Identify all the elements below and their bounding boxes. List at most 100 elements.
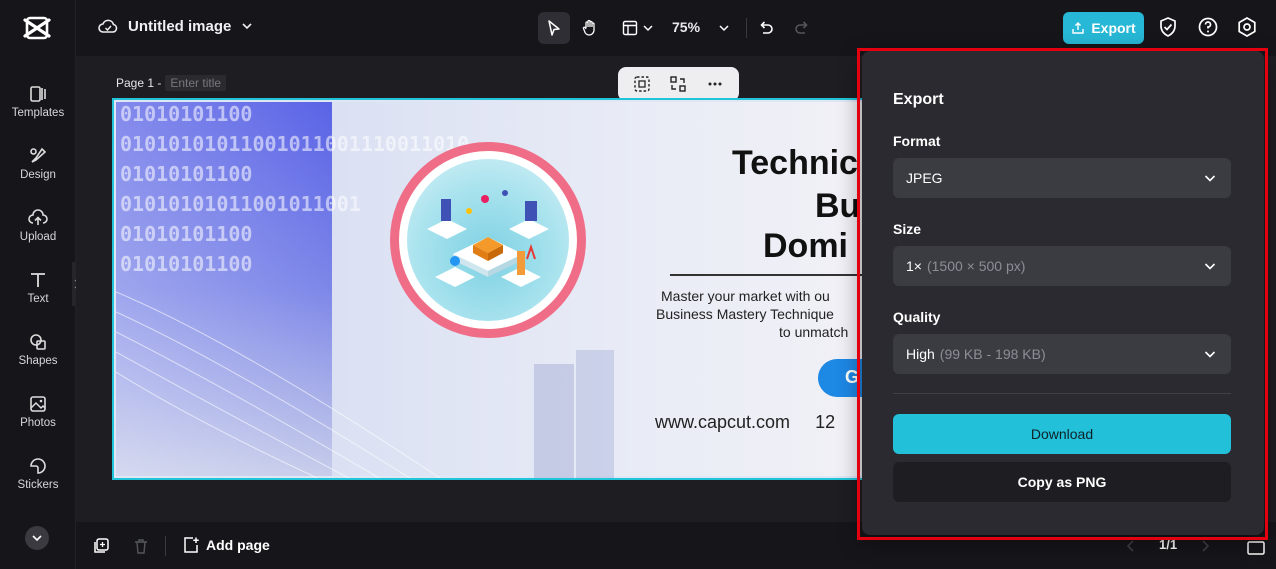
zoom-dropdown-button[interactable] <box>708 12 740 44</box>
capcut-logo-icon[interactable] <box>22 14 52 42</box>
settings-icon[interactable] <box>1236 16 1258 38</box>
add-page-button[interactable]: Add page <box>182 536 270 554</box>
page-label: Page 1 - Enter title <box>116 75 227 91</box>
binary-text: 01010101100 <box>120 102 253 126</box>
photos-icon <box>30 396 46 412</box>
size-value: 1× <box>906 258 922 274</box>
text-icon <box>31 273 45 287</box>
app-window: Templates Design Upload Text Shapes Phot… <box>0 0 1276 569</box>
more-options-icon[interactable] <box>706 75 724 93</box>
download-button[interactable]: Download <box>893 414 1231 454</box>
quality-label: Quality <box>893 309 941 325</box>
hand-icon <box>582 19 595 36</box>
layout-menu-button[interactable] <box>616 12 660 44</box>
left-sidebar: Templates Design Upload Text Shapes Phot… <box>0 0 82 569</box>
quality-value: High <box>906 346 935 362</box>
add-page-icon <box>184 537 199 553</box>
sidebar-item-label: Text <box>27 293 49 305</box>
headline-line-2: Bu <box>815 187 861 225</box>
illustration-circle <box>390 142 586 338</box>
undo-button[interactable] <box>750 12 782 44</box>
chevron-down-icon <box>643 25 653 32</box>
artboard[interactable]: 01010101100 0101010101100101100111001101… <box>112 98 872 480</box>
shield-icon[interactable] <box>1157 16 1179 38</box>
sidebar-item-shapes[interactable]: Shapes <box>0 332 76 388</box>
zoom-level[interactable]: 75% <box>672 19 700 35</box>
help-icon[interactable] <box>1197 16 1219 38</box>
body-text-line: Master your market with ou <box>661 288 830 304</box>
sidebar-item-templates[interactable]: Templates <box>0 84 76 140</box>
bottom-divider <box>165 536 166 556</box>
binary-text: 01010101011001011001 <box>120 192 361 216</box>
chevron-down-icon <box>242 23 252 30</box>
tech-illustration-icon <box>427 190 549 287</box>
headline-line-3: Domi <box>763 227 848 265</box>
website-url-text: www.capcut.com 12 <box>655 412 835 433</box>
duplicate-page-icon[interactable] <box>92 537 110 555</box>
layout-icon <box>622 20 638 36</box>
sidebar-expand-button[interactable] <box>25 526 49 550</box>
design-icon <box>30 147 47 163</box>
format-label: Format <box>893 133 941 149</box>
export-panel: Export Format JPEG Size 1× (1500 × 500 p… <box>862 51 1264 535</box>
decorative-lines <box>116 291 441 478</box>
export-icon <box>1072 22 1085 34</box>
shapes-icon <box>30 334 46 350</box>
size-detail: (1500 × 500 px) <box>926 258 1026 274</box>
export-button[interactable]: Export <box>1063 12 1144 44</box>
document-title[interactable]: Untitled image <box>98 17 253 35</box>
website-url: www.capcut.com <box>655 412 791 432</box>
sidebar-item-label: Stickers <box>17 479 59 491</box>
format-select[interactable]: JPEG <box>893 158 1231 198</box>
upload-icon <box>28 209 48 225</box>
export-button-label: Export <box>1091 20 1136 36</box>
sidebar-item-upload[interactable]: Upload <box>0 208 76 264</box>
sidebar-item-label: Upload <box>19 231 57 243</box>
binary-text: 01010101100 <box>120 162 253 186</box>
sidebar-item-stickers[interactable]: Stickers <box>0 456 76 512</box>
hand-tool-button[interactable] <box>574 12 606 44</box>
body-text-line: to unmatch <box>779 324 849 340</box>
undo-icon <box>760 21 773 34</box>
page-counter: 1/1 <box>1159 537 1178 552</box>
chevron-down-icon <box>1204 175 1216 182</box>
building-silhouette <box>534 364 574 478</box>
toolbar-divider <box>746 18 747 38</box>
sidebar-item-design[interactable]: Design <box>0 146 76 202</box>
copy-as-png-button[interactable]: Copy as PNG <box>893 462 1231 502</box>
sidebar-item-photos[interactable]: Photos <box>0 394 76 450</box>
top-toolbar: Untitled image 75% Export <box>76 0 1276 56</box>
select-tool-button[interactable] <box>538 12 570 44</box>
sidebar-item-text[interactable]: Text <box>0 270 76 326</box>
previous-page-icon[interactable] <box>1126 539 1136 553</box>
chevron-down-icon <box>32 535 42 542</box>
redo-button[interactable] <box>786 12 818 44</box>
page-grid-icon[interactable] <box>1246 536 1266 556</box>
body-text-line: Business Mastery Technique <box>656 306 834 322</box>
next-page-icon[interactable] <box>1200 539 1210 553</box>
add-page-label: Add page <box>206 537 270 553</box>
cursor-icon <box>548 20 560 36</box>
sidebar-item-label: Photos <box>20 417 56 429</box>
templates-icon <box>30 86 46 102</box>
document-title-text: Untitled image <box>128 17 232 35</box>
size-select[interactable]: 1× (1500 × 500 px) <box>893 246 1231 286</box>
quality-select[interactable]: High (99 KB - 198 KB) <box>893 334 1231 374</box>
size-label: Size <box>893 221 922 237</box>
replace-icon[interactable] <box>669 75 687 93</box>
binary-text: 01010101011001011001110011010 <box>120 132 470 156</box>
panel-divider <box>893 393 1231 394</box>
chevron-down-icon <box>1204 263 1216 270</box>
chevron-down-icon <box>1204 351 1216 358</box>
delete-page-icon[interactable] <box>132 537 150 555</box>
select-area-icon[interactable] <box>633 75 651 93</box>
chevron-down-icon <box>719 25 729 32</box>
headline-line-1: Technic <box>732 144 858 182</box>
sidebar-item-label: Shapes <box>18 355 58 367</box>
export-panel-title: Export <box>893 91 944 108</box>
sidebar-item-label: Templates <box>11 107 65 119</box>
design-background: 01010101100 0101010101100101100111001101… <box>116 102 870 478</box>
website-url-suffix: 12 <box>815 412 836 432</box>
format-value: JPEG <box>906 170 943 186</box>
page-title-input[interactable]: Enter title <box>165 75 227 91</box>
